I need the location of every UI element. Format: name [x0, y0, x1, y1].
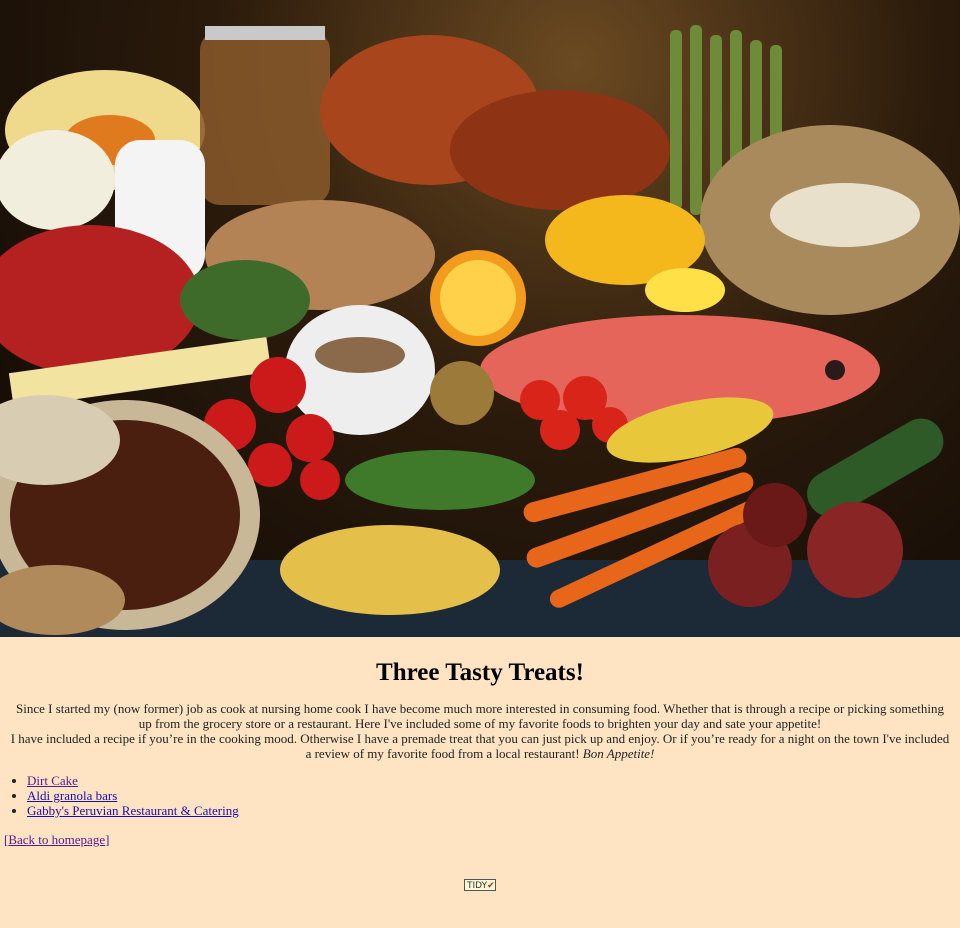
tidy-badge-text: TIDY [467, 881, 488, 891]
food-still-life-illustration [0, 25, 960, 637]
back-to-homepage-link[interactable]: Back to homepage [8, 832, 105, 847]
checkmark-icon: ✔ [487, 881, 495, 891]
bracket-close: ] [105, 832, 110, 847]
link-gabbys-peruvian-restaurant[interactable]: Gabby's Peruvian Restaurant & Catering [27, 803, 239, 818]
list-item: Gabby's Peruvian Restaurant & Catering [27, 803, 960, 818]
list-item: Aldi granola bars [27, 788, 960, 803]
hero-food-image [0, 0, 960, 637]
list-item: Dirt Cake [27, 773, 960, 788]
link-dirt-cake[interactable]: Dirt Cake [27, 773, 78, 788]
intro-sign-off: Bon Appetite! [582, 746, 655, 761]
intro-line-2: I have included a recipe if you’re in th… [10, 731, 950, 761]
back-to-homepage: [Back to homepage] [4, 832, 960, 848]
page-title: Three Tasty Treats! [376, 659, 584, 686]
intro-line-1: Since I started my (now former) job as c… [16, 701, 944, 731]
link-aldi-granola-bars[interactable]: Aldi granola bars [27, 788, 117, 803]
tidy-badge[interactable]: TIDY✔ [464, 879, 496, 891]
intro-paragraph: Since I started my (now former) job as c… [0, 701, 960, 761]
treat-links-list: Dirt Cake Aldi granola bars Gabby's Peru… [0, 773, 960, 818]
